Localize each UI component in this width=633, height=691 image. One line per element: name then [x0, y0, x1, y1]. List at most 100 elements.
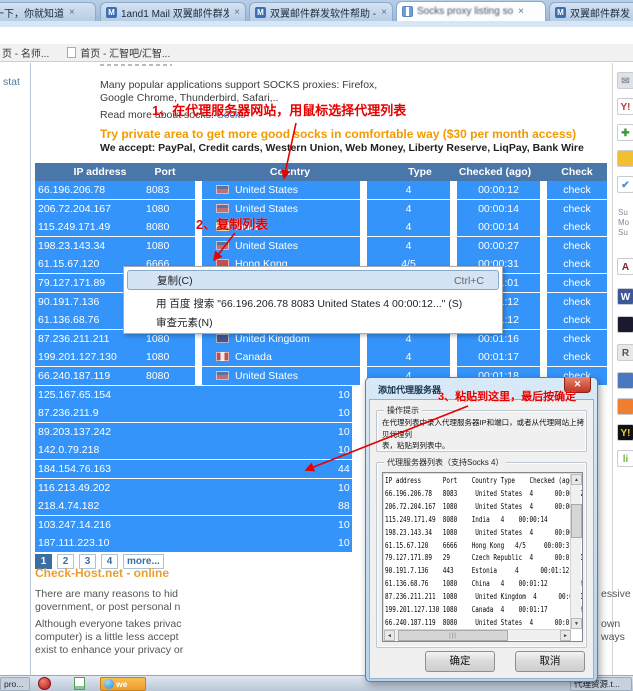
type-cell: 4 — [367, 200, 450, 218]
taskbar-item-pro[interactable]: pro... — [0, 677, 30, 691]
tab-close-icon[interactable]: × — [381, 7, 387, 18]
ip-port-cell: 218.4.74.18288 — [35, 497, 352, 515]
scroll-up-icon[interactable]: ▲ — [571, 474, 582, 485]
header-checked-ago-: Checked (ago) — [440, 163, 550, 181]
country-name: United States — [235, 367, 298, 385]
tab-2[interactable]: M1and1 Mail 双翼邮件群发× — [100, 2, 246, 21]
check-link[interactable]: check — [563, 221, 590, 233]
annotation-step2: 2、复制列表 — [196, 214, 268, 233]
check-link[interactable]: check — [563, 258, 590, 270]
menu-item-2[interactable]: 用 百度 搜索 "66.196.206.78 8083 United State… — [127, 294, 499, 314]
check-icon[interactable]: ✔ — [617, 176, 633, 193]
ip-port-cell: 89.203.137.24210 — [35, 423, 352, 441]
port-partial: 10 — [338, 404, 350, 422]
port: 8080 — [146, 367, 169, 385]
checked-cell: 00:00:14 — [457, 200, 540, 218]
table-row[interactable]: 206.72.204.1671080United States400:00:14… — [35, 200, 607, 218]
table-favicon-icon — [402, 6, 413, 17]
country-flag-icon — [216, 204, 229, 213]
country-flag-icon — [216, 371, 229, 380]
checked-cell: 00:00:14 — [457, 218, 540, 236]
cancel-button[interactable]: 取消 — [515, 651, 585, 672]
blue-icon[interactable] — [617, 372, 633, 389]
menu-item-1[interactable]: 复制(C)Ctrl+C — [127, 270, 499, 290]
tab-label: 一下，你就知道 — [0, 5, 64, 20]
r-icon[interactable]: R — [617, 344, 633, 361]
w-blue-icon[interactable]: W — [617, 288, 633, 305]
check-cell: check — [547, 311, 607, 329]
table-row[interactable]: 66.196.206.788083United States400:00:12c… — [35, 181, 607, 199]
tab-close-icon[interactable]: × — [518, 6, 524, 17]
tab-close-icon[interactable]: × — [69, 7, 75, 18]
stat-label[interactable]: stat — [3, 76, 20, 88]
tab-3[interactable]: M双翼邮件群发软件帮助 - ...× — [249, 2, 393, 21]
page-icon — [67, 47, 76, 58]
taskbar-item-we[interactable]: we — [100, 677, 146, 691]
table-row[interactable]: 115.249.171.498080India400:00:14check — [35, 218, 607, 236]
menu-item-label: 复制(C) — [157, 275, 193, 287]
table-row[interactable]: 198.23.143.341080United States400:00:27c… — [35, 237, 607, 255]
tab-1[interactable]: 一下，你就知道 × — [0, 2, 96, 21]
hint-group-label: 操作提示 — [384, 405, 422, 416]
yellow-icon[interactable] — [617, 150, 633, 167]
checked-cell: 00:01:17 — [457, 348, 540, 366]
yahoo-dark-icon[interactable]: Y! — [617, 424, 633, 441]
country-cell: United States — [202, 367, 360, 385]
ip-port-cell: 198.23.143.341080 — [35, 237, 195, 255]
yahoo-icon[interactable]: Y! — [617, 98, 633, 115]
vertical-scroll-thumb[interactable] — [571, 504, 582, 538]
orange-icon[interactable] — [617, 398, 633, 415]
ip-address: 66.196.206.78 — [35, 184, 105, 196]
envelope-icon[interactable]: ✉ — [617, 72, 633, 89]
recycle-icon[interactable] — [38, 677, 51, 690]
check-link[interactable]: check — [563, 184, 590, 196]
check-cell: check — [547, 255, 607, 273]
letter-a-icon[interactable]: A — [617, 258, 633, 275]
check-link[interactable]: check — [563, 240, 590, 252]
horizontal-scroll-thumb[interactable]: ||| — [398, 630, 508, 641]
check-cell: check — [547, 274, 607, 292]
check-link[interactable]: check — [563, 277, 590, 289]
paragraph-sliver: ways — [601, 631, 625, 643]
proxy-list-groupbox: 代理服务器列表（支持Socks 4） IP address Port Count… — [376, 462, 587, 648]
proxy-list-textarea[interactable]: IP address Port Country Type Checked (ag… — [382, 472, 583, 642]
horizontal-scrollbar[interactable]: ◄ ||| ► — [384, 629, 571, 640]
check-link[interactable]: check — [563, 203, 590, 215]
check-cell: check — [547, 218, 607, 236]
vertical-scrollbar[interactable]: ▲ ▼ — [570, 474, 581, 629]
proxy-list-text: IP address Port Country Type Checked (ag… — [385, 475, 583, 630]
dark-icon[interactable] — [617, 316, 633, 333]
scroll-left-icon[interactable]: ◄ — [384, 630, 395, 641]
ip-address: 87.236.211.211 — [35, 333, 109, 345]
green-share-icon[interactable]: ✚ — [617, 124, 633, 141]
li-icon[interactable]: li — [617, 450, 633, 467]
port: 8080 — [146, 218, 169, 236]
paragraph-line: There are many reasons to hid — [35, 588, 178, 600]
scroll-right-icon[interactable]: ► — [560, 630, 571, 641]
checkhost-heading[interactable]: Check-Host.net - online — [35, 566, 169, 580]
check-link[interactable]: check — [563, 296, 590, 308]
country-flag-icon — [216, 185, 229, 194]
check-link[interactable]: check — [563, 351, 590, 363]
port: 1080 — [146, 200, 169, 218]
tab-5[interactable]: M双翼邮件群发× — [549, 2, 633, 21]
port: 8083 — [146, 181, 169, 199]
ip-address: 206.72.204.167 — [35, 203, 111, 215]
ok-button[interactable]: 确定 — [425, 651, 495, 672]
ip-port-cell: 142.0.79.21810 — [35, 441, 352, 459]
country-flag-icon — [216, 334, 229, 343]
menu-item-3[interactable]: 审查元素(N) — [127, 313, 499, 333]
tab-4[interactable]: Socks proxy listing so× — [396, 1, 546, 21]
bookmark-item-1[interactable]: 页 - 名师... — [2, 45, 49, 60]
document-icon[interactable] — [74, 677, 85, 690]
tab-close-icon[interactable]: × — [234, 7, 240, 18]
ip-address: 61.15.67.120 — [35, 258, 99, 270]
bookmark-item-2[interactable]: 首页 - 汇智吧/汇智... — [51, 45, 170, 60]
paragraph-line: computer) is a little less accept — [35, 631, 179, 643]
check-link[interactable]: check — [563, 333, 590, 345]
check-link[interactable]: check — [563, 314, 590, 326]
bookmark-label: 页 - 名师... — [2, 45, 49, 60]
scroll-down-icon[interactable]: ▼ — [571, 618, 582, 629]
ip-address: 87.236.211.9 — [35, 407, 99, 419]
table-row[interactable]: 199.201.127.1301080Canada400:01:17check — [35, 348, 607, 366]
